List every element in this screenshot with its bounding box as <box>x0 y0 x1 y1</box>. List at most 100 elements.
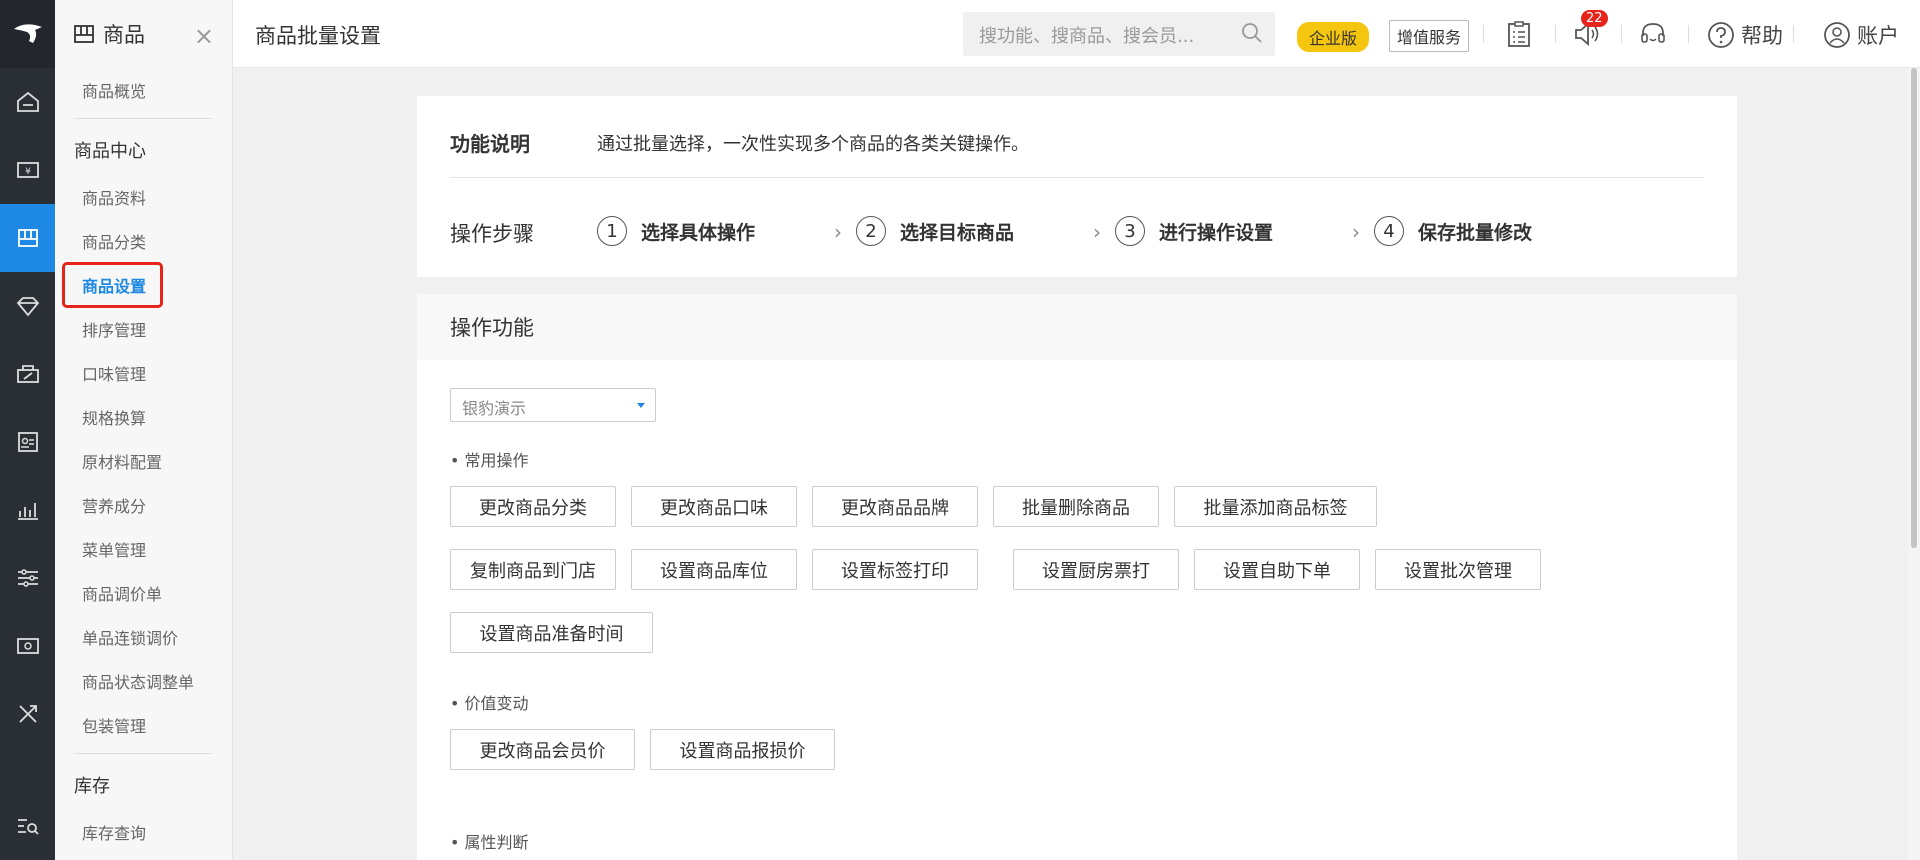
function-desc: 通过批量选择，一次性实现多个商品的各类关键操作。 <box>597 134 1029 155</box>
scrollbar-thumb[interactable] <box>1911 68 1917 548</box>
group-value-title: • 价值变动 <box>450 694 529 713</box>
report-icon[interactable] <box>0 476 55 544</box>
step-label: 选择具体操作 <box>641 221 756 244</box>
change-member-price-button[interactable]: 更改商品会员价 <box>450 729 635 770</box>
finance-icon[interactable]: ¥ <box>0 136 55 204</box>
sidebar-item-stock-query[interactable]: 库存查询 <box>55 810 232 854</box>
step-label: 选择目标商品 <box>900 221 1015 244</box>
scrollbar[interactable] <box>1908 68 1920 860</box>
help-link[interactable]: 帮助 <box>1707 20 1783 50</box>
goods-icon <box>73 23 95 45</box>
change-flavor-button[interactable]: 更改商品口味 <box>631 486 797 527</box>
set-self-order-button[interactable]: 设置自助下单 <box>1194 549 1360 590</box>
sidebar-item-package[interactable]: 包装管理 <box>55 703 232 747</box>
steps-label: 操作步骤 <box>450 222 534 246</box>
step-2: 2 选择目标商品 <box>856 216 1014 246</box>
step-3: 3 进行操作设置 <box>1115 216 1273 246</box>
set-prep-time-button[interactable]: 设置商品准备时间 <box>450 612 653 653</box>
sidebar-section-stock[interactable]: 库存 <box>55 760 232 810</box>
notification-count-badge: 22 <box>1581 10 1608 27</box>
step-number: 2 <box>856 216 886 246</box>
account-label: 账户 <box>1857 24 1899 48</box>
set-batch-mgmt-button[interactable]: 设置批次管理 <box>1375 549 1541 590</box>
step-number: 3 <box>1115 216 1145 246</box>
page-title: 商品批量设置 <box>255 24 381 48</box>
help-icon <box>1708 22 1734 48</box>
step-number: 4 <box>1374 216 1404 246</box>
set-label-print-button[interactable]: 设置标签打印 <box>812 549 978 590</box>
batch-add-tag-button[interactable]: 批量添加商品标签 <box>1174 486 1377 527</box>
goods-icon[interactable] <box>0 204 55 272</box>
search-placeholder: 搜功能、搜商品、搜会员... <box>979 26 1195 47</box>
group-common-title: • 常用操作 <box>450 451 529 470</box>
customer-service-icon[interactable] <box>1639 20 1667 52</box>
search-input[interactable]: 搜功能、搜商品、搜会员... <box>963 12 1275 56</box>
store-select-value: 银豹演示 <box>462 399 527 418</box>
sidebar-item-goods-category[interactable]: 商品分类 <box>55 219 232 263</box>
sidebar-title: 商品 <box>103 23 145 47</box>
search-menu-icon[interactable] <box>0 792 55 860</box>
sidebar-item-sort[interactable]: 排序管理 <box>55 307 232 351</box>
sidebar-item-flavor[interactable]: 口味管理 <box>55 351 232 395</box>
account-link[interactable]: 账户 <box>1823 20 1899 50</box>
sidebar-header: 商品 × <box>55 0 232 68</box>
function-label: 功能说明 <box>450 132 530 156</box>
member-icon[interactable] <box>0 272 55 340</box>
sidebar-item-label: 商品设置 <box>62 262 164 308</box>
chevron-right-icon: › <box>834 220 842 244</box>
batch-delete-button[interactable]: 批量删除商品 <box>993 486 1159 527</box>
close-icon[interactable]: × <box>194 22 214 50</box>
divider <box>1483 25 1484 43</box>
clipboard-icon[interactable] <box>1506 20 1532 52</box>
caret-down-icon <box>637 403 645 408</box>
sidebar-item-nutrition[interactable]: 营养成分 <box>55 483 232 527</box>
step-1: 1 选择具体操作 <box>597 216 755 246</box>
logo-icon[interactable] <box>0 0 55 68</box>
home-icon[interactable] <box>0 68 55 136</box>
account-icon <box>1824 22 1850 48</box>
sidebar-item-spec[interactable]: 规格换算 <box>55 395 232 439</box>
change-category-button[interactable]: 更改商品分类 <box>450 486 616 527</box>
group-attr-title: • 属性判断 <box>450 833 529 852</box>
sidebar-item-status-adjust[interactable]: 商品状态调整单 <box>55 659 232 703</box>
sidebar-item-menu[interactable]: 菜单管理 <box>55 527 232 571</box>
settings-icon[interactable] <box>0 544 55 612</box>
staff-icon[interactable] <box>0 408 55 476</box>
sidebar-item-material[interactable]: 原材料配置 <box>55 439 232 483</box>
svg-text:¥: ¥ <box>25 167 31 177</box>
chevron-right-icon: › <box>1093 220 1101 244</box>
change-brand-button[interactable]: 更改商品品牌 <box>812 486 978 527</box>
cashier-icon[interactable] <box>0 612 55 680</box>
help-label: 帮助 <box>1741 24 1783 48</box>
steps-row: 操作步骤 1 选择具体操作 › 2 选择目标商品 › 3 进行操作设置 › 4 … <box>450 216 1704 256</box>
edition-badge[interactable]: 企业版 <box>1297 22 1370 52</box>
step-4: 4 保存批量修改 <box>1374 216 1532 246</box>
set-location-button[interactable]: 设置商品库位 <box>631 549 797 590</box>
divider <box>1555 25 1556 43</box>
sidebar-item-chain-price[interactable]: 单品连锁调价 <box>55 615 232 659</box>
sidebar-item-goods-settings[interactable]: 商品设置 <box>55 262 232 308</box>
step-label: 进行操作设置 <box>1159 221 1274 244</box>
search-icon[interactable] <box>1241 22 1263 49</box>
store-select[interactable]: 银豹演示 <box>450 388 656 422</box>
step-number: 1 <box>597 216 627 246</box>
sidebar-item-goods-info[interactable]: 商品资料 <box>55 175 232 219</box>
sidebar-item-price-adjust[interactable]: 商品调价单 <box>55 571 232 615</box>
divider <box>75 753 212 754</box>
sub-sidebar: 商品 × 商品概览 商品中心 商品资料 商品分类 商品设置 排序管理 口味管理 … <box>55 0 233 860</box>
sidebar-item-overview[interactable]: 商品概览 <box>55 68 232 112</box>
copy-to-store-button[interactable]: 复制商品到门店 <box>450 549 616 590</box>
chevron-right-icon: › <box>1352 220 1360 244</box>
value-added-button[interactable]: 增值服务 <box>1389 20 1470 52</box>
tools-icon[interactable] <box>0 680 55 748</box>
set-kitchen-ticket-button[interactable]: 设置厨房票打 <box>1013 549 1179 590</box>
intro-panel: 功能说明 通过批量选择，一次性实现多个商品的各类关键操作。 操作步骤 1 选择具… <box>417 96 1737 277</box>
operations-panel: 操作功能 银豹演示 • 常用操作 更改商品分类 更改商品口味 更改商品品牌 批量… <box>417 294 1737 860</box>
operations-title: 操作功能 <box>417 294 1737 360</box>
promotion-icon[interactable] <box>0 340 55 408</box>
sidebar-section-center[interactable]: 商品中心 <box>55 125 232 175</box>
set-loss-price-button[interactable]: 设置商品报损价 <box>650 729 835 770</box>
divider <box>1793 25 1794 43</box>
divider <box>1688 25 1689 43</box>
divider <box>75 118 212 119</box>
